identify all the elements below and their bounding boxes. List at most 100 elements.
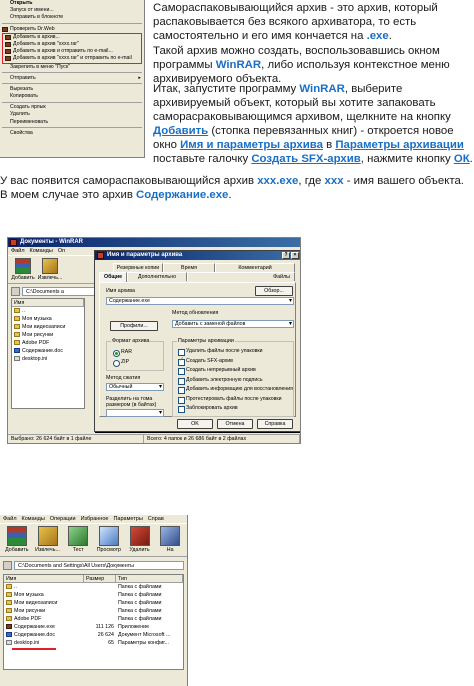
close-icon[interactable]: ×	[291, 252, 299, 259]
instr-text-5: поставьте галочку	[153, 153, 252, 165]
file-type: Папка с файлами	[118, 608, 162, 614]
tab-general[interactable]: Общие	[99, 272, 127, 282]
menu-file[interactable]: Файл	[11, 247, 25, 255]
context-menu-item[interactable]: Удалить	[0, 111, 144, 118]
col-size[interactable]: Размер	[84, 575, 116, 582]
update-method-select[interactable]: Добавить с заменой файлов	[172, 320, 294, 328]
file-type: Параметры конфиг...	[118, 640, 169, 646]
tab-backup[interactable]: Резервные копии	[113, 263, 163, 272]
file-row[interactable]: Мои видеозаписи Папка с файлами	[4, 599, 183, 607]
browse-button[interactable]: Обзор...	[255, 286, 293, 296]
context-menu-item[interactable]: Проверить Dr.Web	[0, 26, 144, 33]
context-menu-item[interactable]: Переименовать	[0, 119, 144, 126]
file-row[interactable]: Мои рисунки	[12, 331, 84, 339]
toolbar-button[interactable]: Удалить	[126, 526, 154, 554]
compression-select[interactable]: Обычный	[106, 383, 164, 391]
menu-separator	[2, 83, 142, 85]
up-folder-icon[interactable]	[3, 560, 12, 570]
context-menu-item[interactable]: Открыть	[0, 0, 144, 7]
folder-icon	[6, 607, 12, 613]
path-field-2[interactable]: C:\Documents and Settings\All Users\Доку…	[14, 560, 184, 570]
menu-item[interactable]: Параметры	[113, 515, 142, 523]
menu-operations[interactable]: Оп	[58, 247, 65, 255]
option-checkbox[interactable]: Создать непрерывный архив	[178, 367, 256, 375]
toolbar-button[interactable]: Тест	[64, 526, 92, 554]
result-archive-name: Содержание.exe	[136, 189, 229, 201]
menu-item[interactable]: Файл	[3, 515, 17, 523]
books-stack-icon	[15, 258, 31, 274]
menu-item[interactable]: Команды	[22, 515, 45, 523]
tab-time[interactable]: Время	[163, 263, 215, 272]
context-menu-item[interactable]: Закрепить в меню "Пуск"	[0, 64, 144, 71]
winrar-menu-item[interactable]: Добавить в архив "xxxx.rar" и отправить …	[3, 55, 141, 62]
menu-separator	[2, 127, 142, 129]
ini-icon	[6, 639, 12, 645]
profiles-button[interactable]: Профили...	[110, 321, 158, 331]
winrar-menu-item[interactable]: Добавить в архив и отправить по e-mail..…	[3, 48, 141, 55]
file-row[interactable]: Adobe PDF Папка с файлами	[4, 615, 183, 623]
toolbar-button[interactable]: Просмотр	[95, 526, 123, 554]
context-menu-item[interactable]: Запуск от имени...	[0, 7, 144, 14]
option-checkbox[interactable]: Заблокировать архив	[178, 405, 238, 413]
context-menu-item[interactable]: Копировать	[0, 93, 144, 100]
winrar-menu-item[interactable]: Добавить в архив...	[3, 34, 141, 41]
format-rar-radio[interactable]: RAR	[113, 349, 132, 357]
menu-commands[interactable]: Команды	[30, 247, 53, 255]
archive-name-input[interactable]: Содержание.exe	[106, 297, 294, 305]
menu-item[interactable]: Операции	[50, 515, 76, 523]
option-checkbox[interactable]: Создать SFX-архив	[178, 357, 233, 366]
option-checkbox[interactable]: Добавить информацию для восстановления	[178, 386, 293, 394]
option-checkbox[interactable]: Удалить файлы после упаковки	[178, 348, 263, 356]
context-menu-item[interactable]: Отправить ▸	[0, 75, 144, 82]
help-icon[interactable]: ?	[282, 252, 290, 259]
toolbar-button[interactable]: На	[156, 526, 184, 554]
file-size	[84, 615, 116, 623]
file-name: Adobe PDF	[14, 616, 42, 622]
winrar-menu-item[interactable]: Добавить в архив "xxxx.rar"	[3, 41, 141, 48]
col-name[interactable]: Имя	[4, 575, 84, 582]
file-row[interactable]: desktop.ini 65 Параметры конфиг...	[4, 639, 183, 647]
menu-item[interactable]: Справ	[148, 515, 164, 523]
file-size	[84, 583, 116, 591]
file-row[interactable]: Моя музыка	[12, 315, 84, 323]
file-size: 26 624	[97, 632, 114, 638]
context-menu-item[interactable]: Отправить в блокноте	[0, 14, 144, 21]
file-type: Папка с файлами	[118, 616, 162, 622]
context-menu-item[interactable]: Вырезать	[0, 86, 144, 93]
tab-files[interactable]: Файлы	[187, 272, 295, 281]
help-button[interactable]: Справка	[257, 419, 293, 429]
add-button[interactable]: Добавить	[11, 258, 35, 281]
folder-icon	[14, 323, 20, 329]
file-size	[84, 599, 116, 607]
file-row[interactable]: Мои рисунки Папка с файлами	[4, 607, 183, 615]
file-row[interactable]: ..	[12, 307, 84, 315]
tab-advanced[interactable]: Дополнительно	[127, 272, 187, 281]
file-row[interactable]: desktop.ini	[12, 355, 84, 363]
cancel-button[interactable]: Отмена	[217, 419, 253, 429]
file-row[interactable]: Мои видеозаписи	[12, 323, 84, 331]
toolbar-button[interactable]: Добавить	[3, 526, 31, 554]
ok-button[interactable]: OK	[177, 419, 213, 429]
menu-item[interactable]: Избранное	[81, 515, 109, 523]
context-menu-item[interactable]: Свойства	[0, 130, 144, 137]
context-menu-item[interactable]: Создать ярлык	[0, 104, 144, 111]
option-checkbox[interactable]: Добавить электронную подпись	[178, 377, 263, 385]
tab-comment[interactable]: Комментарий	[215, 263, 295, 272]
option-checkbox[interactable]: Протестировать файлы после упаковки	[178, 396, 282, 404]
file-row[interactable]: Adobe PDF	[12, 339, 84, 347]
file-row[interactable]: Моя музыка Папка с файлами	[4, 591, 183, 599]
col-name[interactable]: Имя	[12, 299, 84, 306]
file-row[interactable]: Содержание.exe 111 126 Приложение	[4, 623, 183, 631]
folder-icon	[6, 591, 12, 597]
file-row[interactable]: Содержание.doc 26 624 Документ Microsoft .…	[4, 631, 183, 639]
col-type[interactable]: Тип	[116, 575, 183, 582]
format-zip-radio[interactable]: ZIP	[113, 359, 129, 367]
find-icon	[160, 526, 181, 546]
file-row[interactable]: Содержание.doc	[12, 347, 84, 355]
up-folder-icon[interactable]	[11, 286, 20, 296]
extract-button[interactable]: Извлечь...	[38, 258, 62, 281]
toolbar-button[interactable]: Извлечь...	[34, 526, 62, 554]
file-row[interactable]: .. Папка с файлами	[4, 583, 183, 591]
result-text-2: , где	[298, 175, 325, 187]
split-volume-select[interactable]	[106, 409, 164, 417]
